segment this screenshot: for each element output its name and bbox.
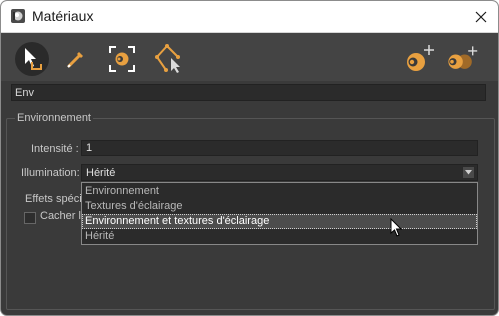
select-object-tool[interactable] bbox=[152, 41, 188, 77]
title-bar: Matériaux bbox=[1, 1, 498, 33]
chevron-down-icon bbox=[465, 170, 472, 175]
close-icon bbox=[475, 11, 487, 22]
dropdown-option-environnement-et-textures[interactable]: Environnement et textures d'éclairage bbox=[82, 214, 477, 229]
app-icon bbox=[11, 9, 25, 23]
polygon-cursor-icon bbox=[155, 44, 180, 73]
window-title: Matériaux bbox=[32, 8, 94, 24]
hide-checkbox[interactable] bbox=[24, 212, 36, 224]
dropdown-option-environnement[interactable]: Environnement bbox=[82, 184, 477, 199]
sphere-plus-icon bbox=[407, 45, 434, 71]
select-material-tool[interactable] bbox=[15, 42, 49, 76]
dropdown-option-textures[interactable]: Textures d'éclairage bbox=[82, 199, 477, 214]
dropdown-arrow-button[interactable] bbox=[462, 166, 475, 179]
environment-group-title: Environnement bbox=[15, 112, 93, 124]
illumination-dropdown-list: Environnement Textures d'éclairage Envir… bbox=[81, 182, 478, 245]
dropdown-option-herite[interactable]: Hérité bbox=[82, 229, 477, 244]
illumination-selected-value: Hérité bbox=[86, 167, 116, 179]
materials-window: Matériaux Env Environnement Intensité: … bbox=[0, 0, 499, 316]
illumination-label: Illumination: bbox=[21, 167, 80, 179]
new-material-tool[interactable] bbox=[401, 41, 437, 77]
cursor-arrow-icon bbox=[25, 48, 42, 70]
toolbar bbox=[1, 33, 498, 81]
pick-material-tool[interactable] bbox=[104, 41, 140, 77]
material-name-field[interactable]: Env bbox=[11, 84, 486, 101]
mouse-cursor-icon bbox=[390, 217, 404, 243]
intensity-label: Intensité : bbox=[31, 143, 79, 155]
duplicate-material-tool[interactable] bbox=[443, 41, 479, 77]
special-effects-label: Effets spéci bbox=[25, 193, 82, 205]
frame-sphere-icon bbox=[109, 46, 135, 72]
eyedropper-icon bbox=[67, 52, 83, 68]
illumination-select[interactable]: Hérité bbox=[81, 164, 478, 181]
spheres-plus-icon bbox=[448, 46, 478, 69]
close-button[interactable] bbox=[464, 1, 498, 32]
intensity-field[interactable]: 1 bbox=[81, 140, 478, 156]
eyedropper-tool[interactable] bbox=[58, 41, 94, 77]
